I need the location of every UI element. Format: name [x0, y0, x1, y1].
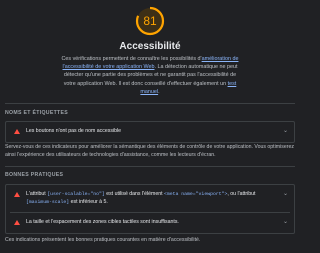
audit-meta-viewport[interactable]: L'attribut [user-scalable="no"] est util… [6, 185, 294, 212]
category-description: Ces vérifications permettent de connaîtr… [61, 56, 239, 95]
divider [5, 103, 295, 104]
category-header: 81 Accessibilité Ces vérifications perme… [0, 0, 300, 102]
warning-triangle-icon [14, 220, 20, 226]
section-heading-best-practices: BONNES PRATIQUES [5, 172, 64, 178]
chevron-down-icon[interactable]: ⌄ [283, 218, 288, 225]
audit-group-best-practices: L'attribut [user-scalable="no"] est util… [5, 184, 295, 234]
chevron-down-icon[interactable]: ⌄ [283, 190, 288, 197]
warning-triangle-icon [14, 192, 20, 197]
warning-triangle-icon [14, 129, 20, 134]
category-title: Accessibilité [119, 41, 181, 52]
audit-title: La taille et l'espacement des zones cibl… [26, 219, 179, 226]
section-heading-names-labels: NOMS ET ÉTIQUETTES [5, 110, 69, 116]
chevron-down-icon[interactable]: ⌄ [283, 127, 288, 134]
section-note: Ces indications présentent les bonnes pr… [5, 237, 201, 243]
audit-title: Les boutons n'ont pas de nom accessible [26, 128, 122, 134]
score-value: 81 [143, 14, 157, 28]
audit-title: L'attribut [user-scalable="no"] est util… [26, 191, 256, 205]
divider [5, 166, 295, 167]
audit-button-name[interactable]: Les boutons n'ont pas de nom accessible … [5, 121, 295, 143]
section-note: Servez-vous de ces indicateurs pour amél… [5, 144, 294, 158]
audit-target-size[interactable]: La taille et l'espacement des zones cibl… [6, 213, 294, 233]
